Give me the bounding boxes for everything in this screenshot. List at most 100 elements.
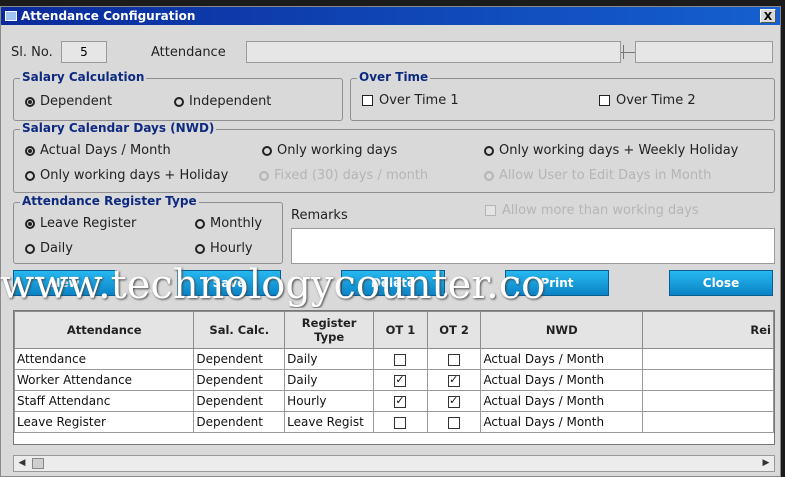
cell-nwd[interactable]: Actual Days / Month [480,369,644,391]
radio-working-days-weekly-holiday[interactable]: Only working days + Weekly Holiday [484,143,738,158]
slno-field[interactable]: 5 [61,41,107,63]
window-title: Attendance Configuration [21,9,196,23]
cell-register[interactable]: Daily [284,369,375,391]
cell-ot1[interactable] [373,348,428,370]
scroll-right-icon[interactable]: ▶ [759,457,773,470]
over-time-group: Over Time Over Time 1 Over Time 2 [350,70,775,121]
attendance-input[interactable] [246,41,621,63]
cell-attendance[interactable]: Attendance [14,348,195,370]
register-type-title: Attendance Register Type [20,194,199,208]
col-attendance-header[interactable]: Attendance [14,311,195,349]
checkbox-over-time-2[interactable]: Over Time 2 [599,93,696,108]
col-ot1-header[interactable]: OT 1 [373,311,428,349]
scroll-thumb[interactable] [32,458,44,469]
col-remarks-header[interactable]: Rei [642,311,774,349]
over-time-title: Over Time [357,70,431,84]
remarks-input[interactable] [291,228,775,264]
cell-ot2[interactable] [426,348,482,370]
salary-calculation-title: Salary Calculation [20,70,147,84]
over-time-2-checkbox-icon [599,95,610,106]
radio-actual-days-icon [25,145,35,156]
radio-leave-register-icon [25,218,35,229]
cell-attendance[interactable]: Leave Register [14,411,195,433]
cell-register[interactable]: Hourly [284,390,375,412]
cell-ot1[interactable] [373,411,428,433]
remarks-label: Remarks [291,208,348,223]
horizontal-scrollbar[interactable]: ◀ ▶ [13,455,775,472]
checkbox-allow-more-days: Allow more than working days [485,203,699,218]
ot1-checkbox-icon [394,353,407,366]
new-button[interactable]: New [13,270,117,296]
attendance-grid[interactable]: Attendance Sal. Calc. Register Type OT 1… [13,310,775,445]
slno-label: Sl. No. [11,45,53,60]
cell-ot2[interactable] [426,390,482,412]
radio-dependent-icon [25,96,35,107]
cell-remarks[interactable] [642,348,774,370]
scroll-left-icon[interactable]: ◀ [15,457,29,470]
attendance-label: Attendance [151,45,226,60]
table-row[interactable]: Leave Register Dependent Leave Regist Ac… [14,411,774,433]
cell-nwd[interactable]: Actual Days / Month [480,411,644,433]
window-icon [5,11,17,21]
radio-hourly-icon [195,243,205,254]
print-button[interactable]: Print [505,270,609,296]
radio-daily[interactable]: Daily [25,241,73,256]
over-time-1-checkbox-icon [362,95,373,106]
ot2-checkbox-icon [448,416,461,429]
close-window-button[interactable]: X [760,9,776,23]
cell-attendance[interactable]: Staff Attendanc [14,390,195,412]
cell-remarks[interactable] [642,369,774,391]
radio-only-working-days-icon [262,145,272,156]
radio-fixed-days-icon [259,170,269,181]
cell-remarks[interactable] [642,411,774,433]
radio-allow-user-edit-days: Allow User to Edit Days in Month [484,168,711,183]
cell-sal-calc[interactable]: Dependent [193,411,286,433]
radio-independent[interactable]: Independent [174,94,271,109]
table-row[interactable]: Worker Attendance Dependent Daily Actual… [14,369,774,391]
radio-working-days-holiday[interactable]: Only working days + Holiday [25,168,228,183]
col-register-type-header[interactable]: Register Type [284,311,375,349]
radio-dependent[interactable]: Dependent [25,94,112,109]
salary-calendar-group: Salary Calendar Days (NWD) Actual Days /… [13,121,775,193]
cell-ot2[interactable] [426,369,482,391]
radio-independent-icon [174,96,184,107]
radio-monthly-icon [195,218,205,229]
cell-register[interactable]: Daily [284,348,375,370]
cell-sal-calc[interactable]: Dependent [193,390,286,412]
ot1-checkbox-icon [394,416,407,429]
checkbox-over-time-1[interactable]: Over Time 1 [362,93,459,108]
cell-register[interactable]: Leave Regist [284,411,375,433]
radio-hourly[interactable]: Hourly [195,241,253,256]
connector-tick [623,45,624,59]
delete-button[interactable]: Delete [341,270,445,296]
radio-leave-register[interactable]: Leave Register [25,216,136,231]
cell-attendance[interactable]: Worker Attendance [14,369,195,391]
title-bar[interactable]: Attendance Configuration X [1,7,780,25]
register-type-group: Attendance Register Type Leave Register … [13,194,283,264]
radio-only-working-days[interactable]: Only working days [262,143,397,158]
cell-nwd[interactable]: Actual Days / Month [480,390,644,412]
ot2-checkbox-icon [448,353,461,366]
cell-sal-calc[interactable]: Dependent [193,369,286,391]
cell-ot2[interactable] [426,411,482,433]
cell-ot1[interactable] [373,390,428,412]
cell-ot1[interactable] [373,369,428,391]
col-nwd-header[interactable]: NWD [480,311,644,349]
cell-sal-calc[interactable]: Dependent [193,348,286,370]
col-sal-calc-header[interactable]: Sal. Calc. [193,311,286,349]
table-row[interactable]: Staff Attendanc Dependent Hourly Actual … [14,390,774,412]
col-ot2-header[interactable]: OT 2 [426,311,482,349]
table-row[interactable]: Attendance Dependent Daily Actual Days /… [14,348,774,370]
ot2-checkbox-icon [448,394,461,408]
close-button[interactable]: Close [669,270,773,296]
radio-monthly[interactable]: Monthly [195,216,262,231]
ot1-checkbox-icon [394,373,407,387]
save-button[interactable]: Save [177,270,281,296]
attendance-code-input[interactable] [635,41,773,63]
radio-working-days-holiday-icon [25,170,35,181]
cell-nwd[interactable]: Actual Days / Month [480,348,644,370]
cell-remarks[interactable] [642,390,774,412]
attendance-table: Attendance Sal. Calc. Register Type OT 1… [14,311,774,433]
radio-allow-user-edit-days-icon [484,170,494,181]
radio-actual-days[interactable]: Actual Days / Month [25,143,171,158]
